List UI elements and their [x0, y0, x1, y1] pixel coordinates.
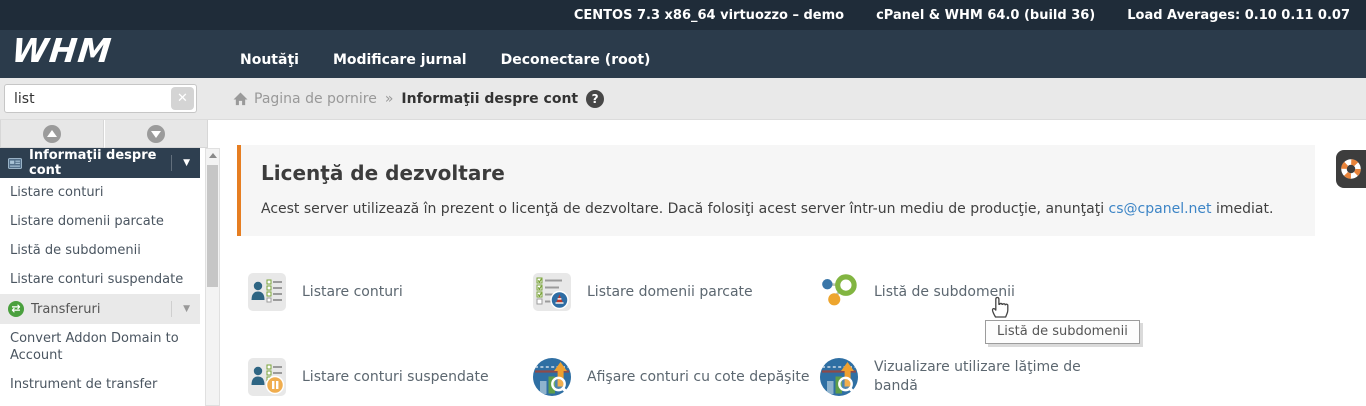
mouse-cursor-icon [988, 293, 1011, 323]
breadcrumb-current: Informaţii despre cont [401, 91, 578, 107]
subheader: ✕ Pagina de pornire » Informaţii despre … [0, 78, 1366, 120]
search-box: ✕ [4, 84, 197, 113]
notice-text-before: Acest server utilizează în prezent o lic… [261, 201, 1109, 217]
sidebar-section-transfers[interactable]: ⇄ Transferuri ▼ [0, 294, 200, 324]
support-email-link[interactable]: cs@cpanel.net [1109, 201, 1212, 217]
status-bar: CENTOS 7.3 x86_64 virtuozzo – demo cPane… [0, 0, 1366, 30]
sidebar-pager [0, 120, 208, 148]
clear-search-icon[interactable]: ✕ [171, 87, 194, 110]
scroll-down-button[interactable] [104, 120, 208, 148]
feature-list-accounts[interactable]: Listare conturi [248, 273, 403, 311]
chevron-down-icon[interactable]: ▼ [171, 155, 192, 171]
transfers-icon: ⇄ [8, 301, 24, 317]
nav-news[interactable]: Noutăţi [240, 52, 299, 68]
sidebar-scrollbar[interactable] [205, 148, 220, 406]
help-icon[interactable]: ? [586, 90, 604, 108]
feature-bandwidth-usage[interactable]: Vizualizare utilizare lăţime de bandă [820, 358, 1109, 396]
subdomains-icon [820, 273, 858, 311]
chevron-collapsed-icon[interactable]: ▼ [171, 301, 192, 317]
load-averages: Load Averages: 0.10 0.11 0.07 [1127, 8, 1350, 23]
feature-label: Listare conturi [302, 283, 403, 302]
feature-label: Vizualizare utilizare lăţime de bandă [874, 358, 1109, 396]
scroll-up-button[interactable] [0, 120, 104, 148]
sidebar-item-list-accounts[interactable]: Listare conturi [0, 178, 200, 207]
home-icon [233, 92, 248, 106]
breadcrumb: Pagina de pornire » Informaţii despre co… [233, 78, 604, 119]
feature-label: Listare domenii parcate [587, 283, 753, 302]
search-input[interactable] [4, 84, 197, 113]
sidebar-item-transfer-tool[interactable]: Instrument de transfer [0, 370, 200, 399]
sidebar-section-title: Informaţii despre cont [29, 148, 164, 178]
nav-change-log[interactable]: Modificare jurnal [333, 52, 467, 68]
quota-exceeded-icon [533, 358, 571, 396]
accounts-list-icon [248, 273, 286, 311]
sidebar-item-convert-addon[interactable]: Convert Addon Domain to Account [0, 324, 200, 370]
sidebar-item-list-subdomains[interactable]: Listă de subdomenii [0, 236, 200, 265]
account-info-icon [8, 157, 22, 170]
bandwidth-usage-icon [820, 358, 858, 396]
whm-logo[interactable]: WHM [10, 31, 114, 70]
main-nav: Noutăţi Modificare jurnal Deconectare (r… [240, 52, 650, 68]
suspended-accounts-icon [248, 358, 286, 396]
parked-domains-icon [533, 273, 571, 311]
feature-label: Listare conturi suspendate [302, 368, 489, 387]
sidebar: Informaţii despre cont ▼ Listare conturi… [0, 148, 200, 399]
dev-license-notice: Licenţă de dezvoltare Acest server utili… [237, 145, 1315, 236]
app-header: WHM Noutăţi Modificare jurnal Deconectar… [0, 30, 1366, 78]
whm-window: CENTOS 7.3 x86_64 virtuozzo – demo cPane… [0, 0, 1366, 406]
sidebar-section-account-info[interactable]: Informaţii despre cont ▼ [0, 148, 200, 178]
notice-title: Licenţă de dezvoltare [261, 161, 1295, 185]
sidebar-section-title: Transferuri [31, 302, 100, 317]
sidebar-item-list-suspended[interactable]: Listare conturi suspendate [0, 265, 200, 294]
feature-quota-exceeded[interactable]: Afişare conturi cu cote depăşite [533, 358, 809, 396]
breadcrumb-home-label: Pagina de pornire [254, 91, 377, 107]
version-info: cPanel & WHM 64.0 (build 36) [876, 8, 1095, 23]
feature-list-parked-domains[interactable]: Listare domenii parcate [533, 273, 753, 311]
notice-text-after: imediat. [1212, 201, 1274, 217]
lifesaver-icon [1340, 158, 1362, 180]
breadcrumb-home[interactable]: Pagina de pornire [233, 91, 377, 107]
tooltip: Listă de subdomenii [985, 320, 1140, 344]
system-info: CENTOS 7.3 x86_64 virtuozzo – demo [574, 8, 844, 23]
arrow-up-icon [43, 125, 61, 143]
feature-label: Afişare conturi cu cote depăşite [587, 368, 809, 387]
scrollbar-up-icon[interactable] [206, 149, 219, 162]
feature-list-subdomains[interactable]: Listă de subdomenii [820, 273, 1015, 311]
support-tab[interactable] [1336, 150, 1366, 188]
nav-logout[interactable]: Deconectare (root) [501, 52, 651, 68]
scrollbar-thumb[interactable] [207, 165, 218, 287]
feature-list-suspended-accounts[interactable]: Listare conturi suspendate [248, 358, 489, 396]
sidebar-item-list-parked-domains[interactable]: Listare domenii parcate [0, 207, 200, 236]
arrow-down-icon [147, 125, 165, 143]
notice-body: Acest server utilizează în prezent o lic… [261, 201, 1295, 217]
breadcrumb-separator: » [385, 91, 394, 107]
